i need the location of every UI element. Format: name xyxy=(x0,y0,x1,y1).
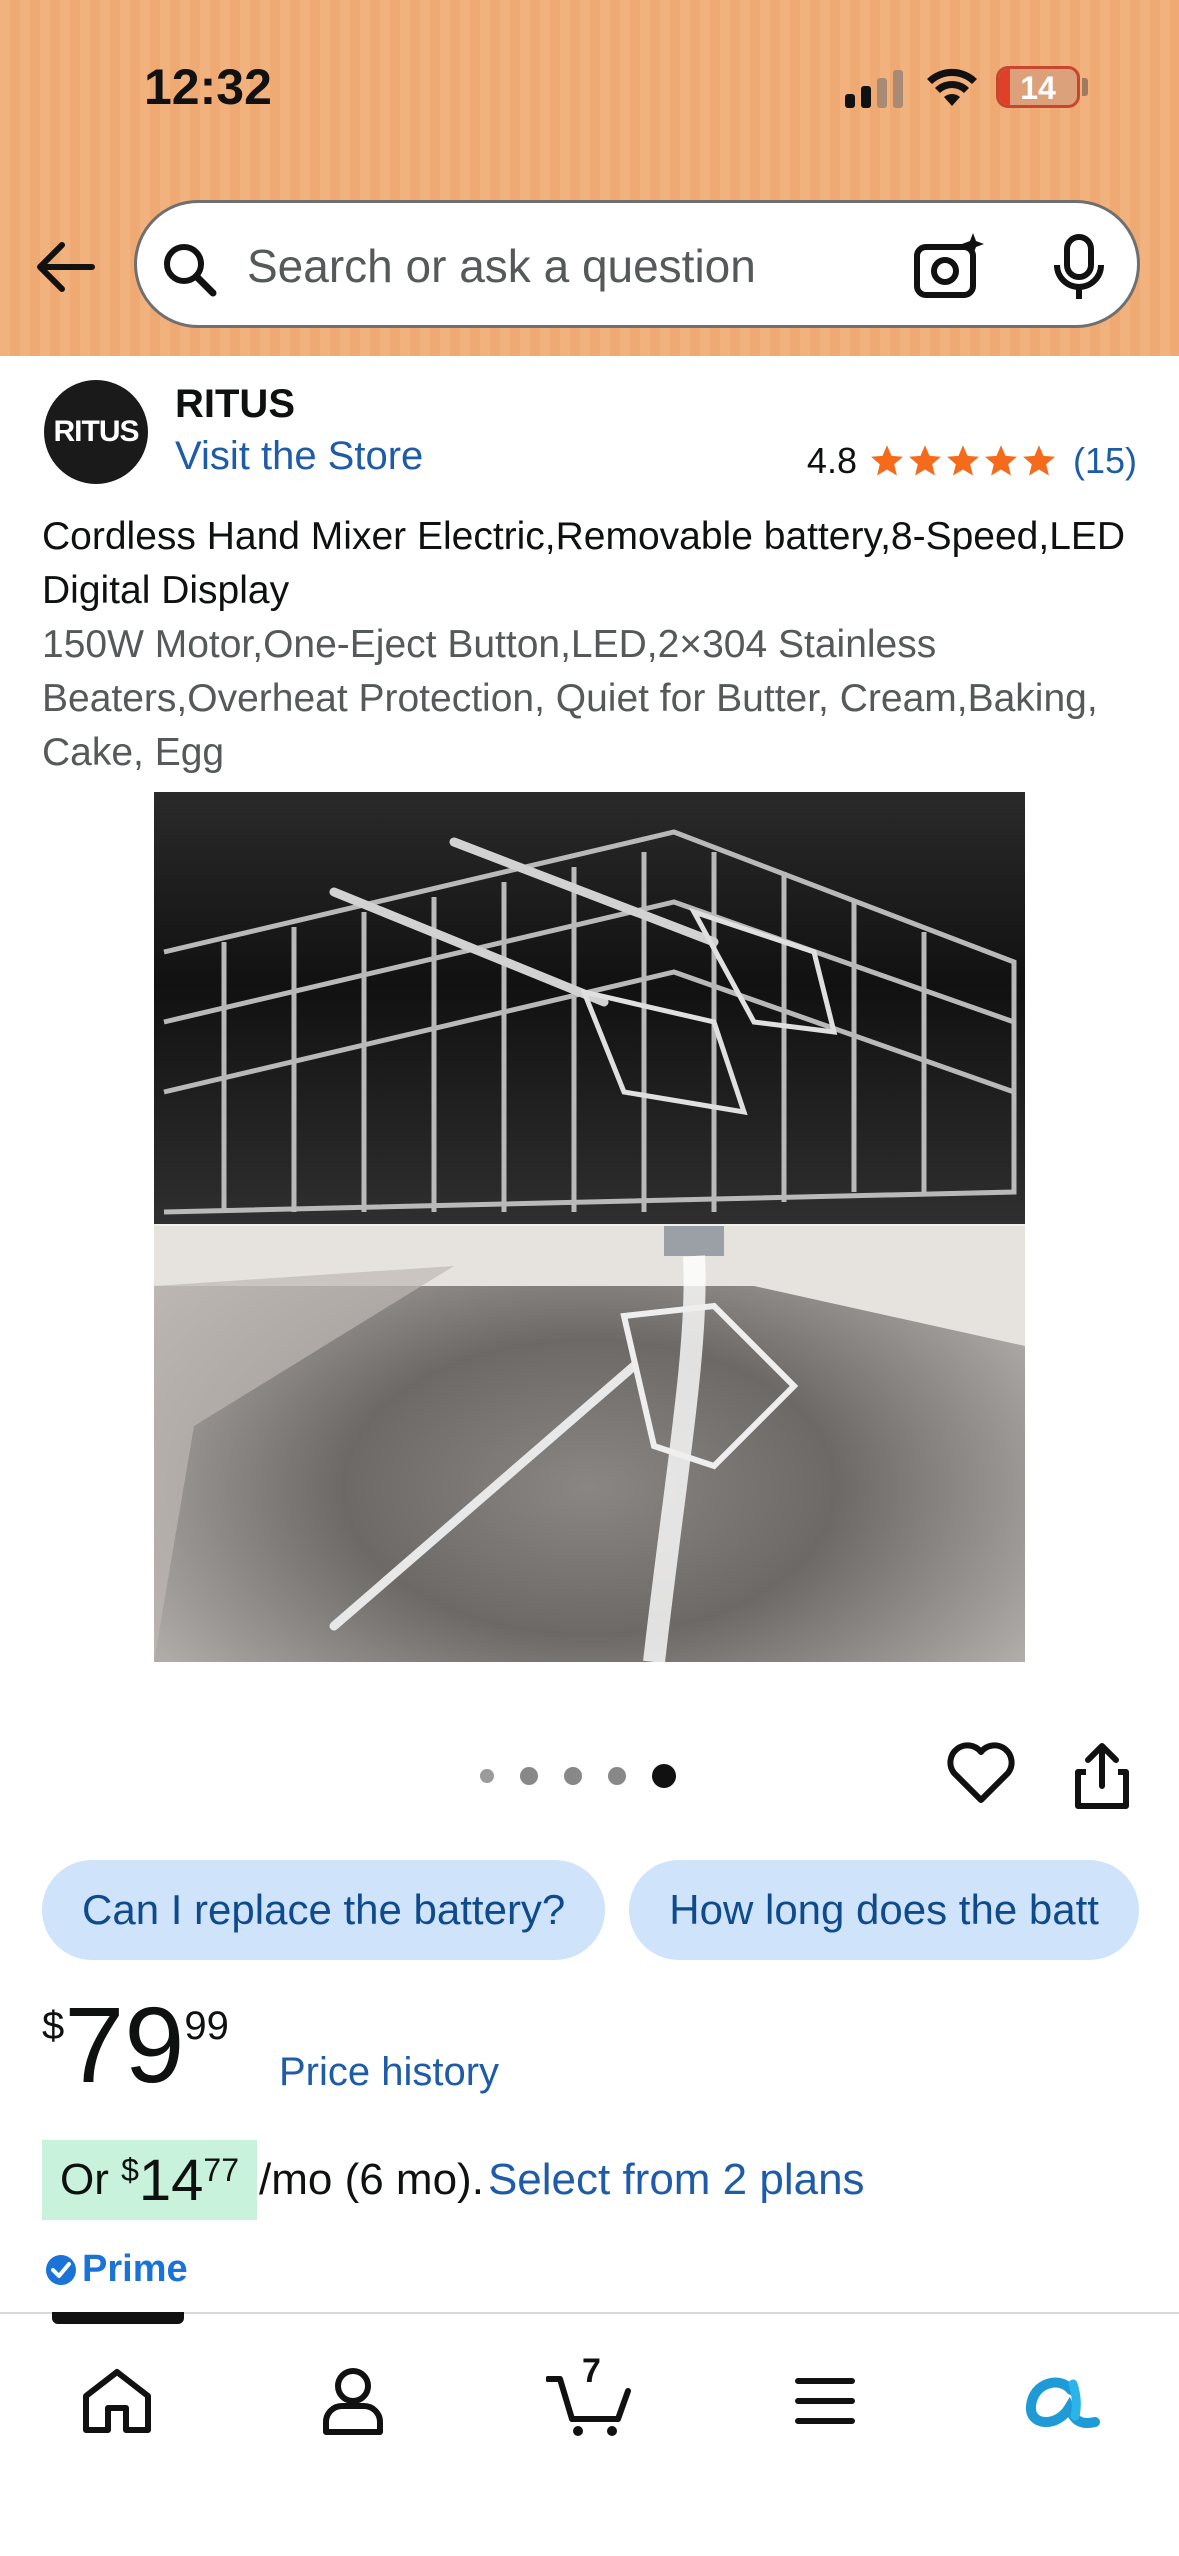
star-icon xyxy=(871,445,903,476)
carousel-dot[interactable] xyxy=(608,1767,626,1785)
rating-count: (15) xyxy=(1072,440,1137,481)
monthly-payment: Or $ 14 77 /mo (6 mo). Select from 2 pla… xyxy=(42,2140,865,2220)
prime-label: Prime xyxy=(82,2248,188,2290)
heart-icon[interactable] xyxy=(946,1740,1016,1806)
person-icon xyxy=(323,2368,383,2435)
price-whole: 79 xyxy=(64,1984,185,2105)
brand-logo[interactable]: RITUS xyxy=(44,380,148,484)
rating[interactable]: 4.8 (15) xyxy=(807,440,1137,482)
monthly-cents: 77 xyxy=(203,2152,240,2188)
microphone-icon[interactable] xyxy=(1049,233,1109,303)
star-icon xyxy=(947,445,979,476)
image-carousel-dots[interactable] xyxy=(480,1764,676,1788)
nav-home[interactable] xyxy=(72,2356,162,2446)
product-subtitle: 150W Motor,One-Eject Button,LED,2×304 St… xyxy=(42,623,1098,774)
price-history-link[interactable]: Price history xyxy=(279,2050,499,2095)
brand-name: RITUS xyxy=(175,382,295,426)
cellular-signal-icon xyxy=(845,70,907,108)
carousel-dot[interactable] xyxy=(520,1767,538,1785)
star-icon xyxy=(1023,445,1055,476)
sink-faucet-photo xyxy=(154,1226,1025,1662)
prime-badge: Prime xyxy=(44,2248,188,2291)
battery-icon: 14 xyxy=(996,66,1080,108)
star-icon xyxy=(909,445,941,476)
header: 12:32 14 xyxy=(0,0,1179,356)
carousel-dot[interactable] xyxy=(564,1767,582,1785)
product-image[interactable] xyxy=(154,792,1025,1662)
rating-stars xyxy=(869,443,1057,479)
carousel-dot-active[interactable] xyxy=(652,1764,676,1788)
monthly-price-badge: Or $ 14 77 xyxy=(42,2140,258,2220)
battery-level: 14 xyxy=(1020,70,1056,106)
search-bar[interactable] xyxy=(134,200,1140,328)
nav-menu[interactable] xyxy=(780,2356,870,2446)
monthly-symbol: $ xyxy=(121,2152,139,2188)
dishwasher-rack-photo xyxy=(154,792,1025,1224)
menu-icon xyxy=(795,2378,855,2424)
price-symbol: $ xyxy=(42,2004,65,2048)
question-chip[interactable]: How long does the batt xyxy=(629,1860,1139,1960)
active-tab-indicator xyxy=(52,2312,184,2324)
product-title: Cordless Hand Mixer Electric,Removable b… xyxy=(42,515,1126,612)
bottom-nav: 7 xyxy=(0,2312,1179,2556)
wifi-icon xyxy=(927,68,977,106)
price: $ 79 99 xyxy=(42,1990,229,2100)
nav-rufus[interactable] xyxy=(1016,2356,1106,2446)
visit-store-link[interactable]: Visit the Store xyxy=(175,434,423,479)
monthly-whole: 14 xyxy=(138,2147,204,2213)
camera-search-icon[interactable] xyxy=(913,231,985,303)
home-icon xyxy=(83,2369,151,2433)
price-fraction: 99 xyxy=(184,2004,229,2048)
monthly-prefix: Or xyxy=(60,2155,122,2204)
search-input[interactable] xyxy=(247,229,867,303)
status-time: 12:32 xyxy=(144,59,272,115)
monthly-suffix: /mo (6 mo). xyxy=(259,2155,484,2204)
question-chips: Can I replace the battery? How long does… xyxy=(42,1860,1139,1960)
share-icon[interactable] xyxy=(1072,1742,1132,1810)
question-chip[interactable]: Can I replace the battery? xyxy=(42,1860,606,1960)
back-arrow-icon[interactable] xyxy=(30,232,100,302)
nav-account[interactable] xyxy=(308,2356,398,2446)
rating-value: 4.8 xyxy=(806,440,857,481)
nav-cart[interactable]: 7 xyxy=(544,2352,634,2446)
carousel-dot[interactable] xyxy=(480,1769,494,1783)
select-plans-link[interactable]: Select from 2 plans xyxy=(488,2155,865,2205)
star-icon xyxy=(985,445,1017,476)
rufus-assistant-icon xyxy=(1026,2377,1100,2428)
cart-count: 7 xyxy=(582,2352,601,2390)
check-circle-icon xyxy=(46,2254,76,2285)
search-icon xyxy=(164,244,217,297)
